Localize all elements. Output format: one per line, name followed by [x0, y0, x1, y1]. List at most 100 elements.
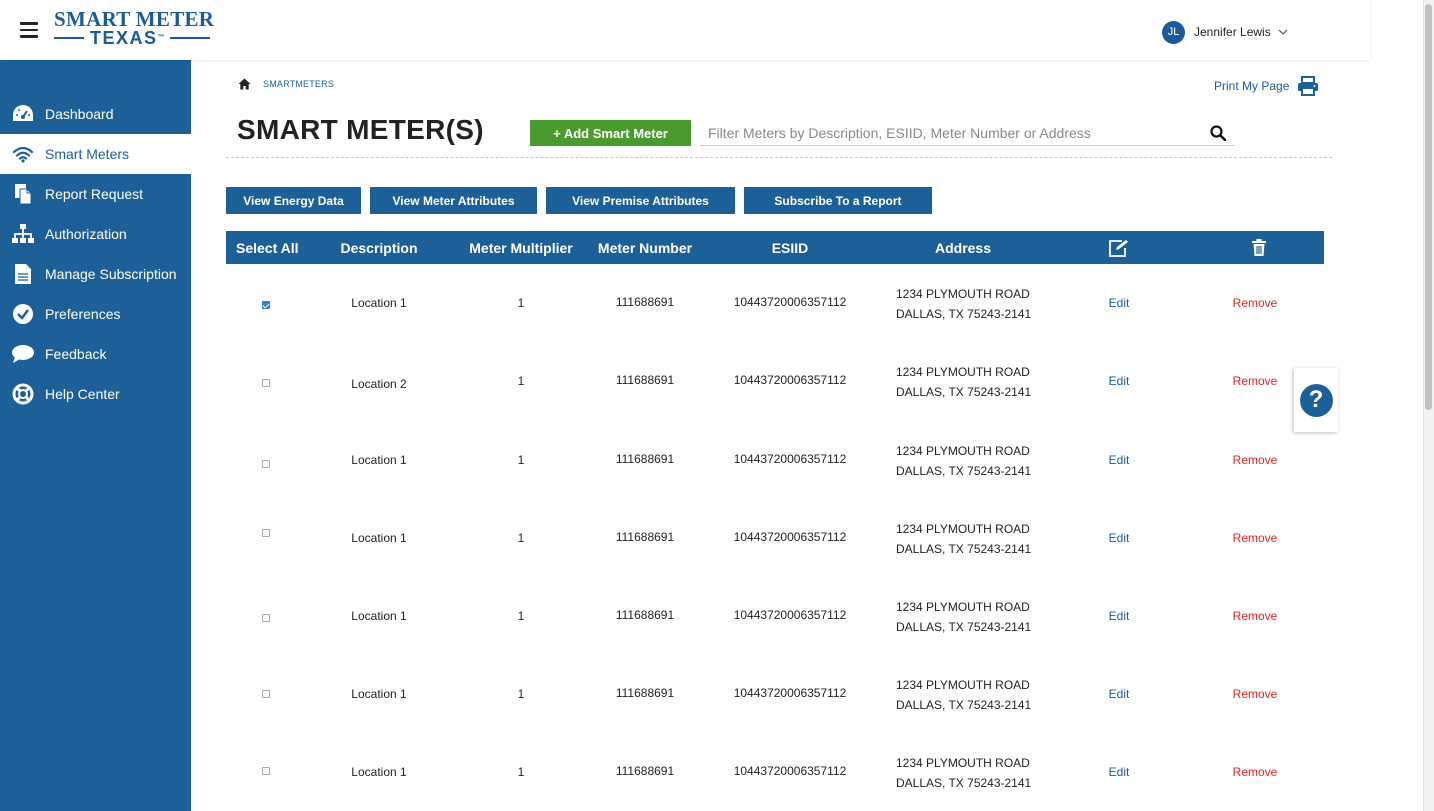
view-energy-data-button[interactable]: View Energy Data	[226, 187, 361, 214]
sidebar-item-report-request[interactable]: Report Request	[0, 174, 191, 214]
speech-bubble-icon	[11, 342, 35, 366]
user-menu[interactable]: JL Jennifer Lewis	[1162, 20, 1288, 44]
multiplier-cell: 1	[517, 374, 525, 388]
breadcrumb-current[interactable]: SMARTMETERS	[263, 79, 334, 89]
search-icon[interactable]	[1210, 125, 1226, 141]
edit-link[interactable]: Edit	[1109, 765, 1130, 779]
address-cell: 1234 PLYMOUTH ROAD DALLAS, TX 75243-2141	[896, 284, 1031, 324]
remove-link[interactable]: Remove	[1233, 531, 1278, 545]
home-icon[interactable]	[238, 78, 251, 90]
search-input[interactable]	[700, 120, 1190, 146]
file-icon	[11, 262, 35, 286]
row-checkbox[interactable]	[262, 529, 270, 537]
description-cell: Location 1	[351, 453, 407, 467]
description-cell: Location 1	[351, 531, 407, 545]
multiplier-cell: 1	[517, 765, 525, 779]
add-smart-meter-button[interactable]: + Add Smart Meter	[530, 120, 691, 146]
meter-number-header: Meter Number	[597, 239, 693, 256]
esiid-cell: 10443720006357112	[733, 608, 847, 622]
print-page-link[interactable]: Print My Page	[1214, 76, 1319, 96]
row-checkbox[interactable]	[262, 379, 270, 387]
table-row: Location 1 1 111688691 10443720006357112 123…	[226, 421, 1324, 499]
select-all-header[interactable]: Select All	[236, 231, 299, 264]
avatar: JL	[1162, 20, 1185, 44]
meter-number-cell: 111688691	[615, 530, 675, 544]
table-row: Location 1 1 111688691 10443720006357112 123…	[226, 264, 1324, 342]
sidebar-item-authorization[interactable]: Authorization	[0, 214, 191, 254]
logo-line1: SMART METER	[54, 7, 215, 31]
remove-link[interactable]: Remove	[1233, 296, 1278, 310]
edit-link[interactable]: Edit	[1109, 687, 1130, 701]
edit-link[interactable]: Edit	[1109, 531, 1130, 545]
dashboard-gauge-icon	[11, 102, 35, 126]
help-button[interactable]: ?	[1294, 368, 1338, 432]
search-bar	[700, 120, 1235, 146]
sidebar-item-dashboard[interactable]: Dashboard	[0, 94, 191, 134]
row-checkbox[interactable]	[262, 767, 270, 775]
sidebar-item-help-center[interactable]: Help Center	[0, 374, 191, 414]
user-name: Jennifer Lewis	[1194, 25, 1271, 39]
multiplier-header: Meter Multiplier	[469, 239, 573, 256]
esiid-cell: 10443720006357112	[733, 764, 847, 778]
sidebar-item-label: Authorization	[45, 226, 127, 242]
sidebar-item-label: Manage Subscription	[45, 266, 177, 282]
row-checkbox[interactable]	[262, 460, 270, 468]
subscribe-report-button[interactable]: Subscribe To a Report	[744, 187, 932, 214]
trash-icon	[1252, 231, 1266, 264]
view-premise-attributes-button[interactable]: View Premise Attributes	[546, 187, 735, 214]
address-cell: 1234 PLYMOUTH ROAD DALLAS, TX 75243-2141	[896, 597, 1031, 637]
address-cell: 1234 PLYMOUTH ROAD DALLAS, TX 75243-2141	[896, 519, 1031, 559]
print-label: Print My Page	[1214, 79, 1290, 93]
view-meter-attributes-button[interactable]: View Meter Attributes	[370, 187, 537, 214]
description-cell: Location 2	[351, 377, 407, 391]
remove-link[interactable]: Remove	[1233, 374, 1278, 388]
multiplier-cell: 1	[517, 296, 525, 310]
breadcrumb: SMARTMETERS	[238, 78, 334, 90]
address-line1: 1234 PLYMOUTH ROAD	[896, 678, 1030, 692]
address-line2: DALLAS, TX 75243-2141	[896, 464, 1032, 478]
row-checkbox[interactable]	[262, 690, 270, 698]
esiid-cell: 10443720006357112	[733, 373, 847, 387]
address-line2: DALLAS, TX 75243-2141	[896, 698, 1032, 712]
sidebar-item-smart-meters[interactable]: Smart Meters	[0, 134, 191, 174]
wifi-icon	[11, 142, 35, 166]
top-header: SMART METER TEXAS™ JL Jennifer Lewis	[0, 0, 1370, 60]
sidebar-item-label: Feedback	[45, 346, 107, 362]
sidebar-item-feedback[interactable]: Feedback	[0, 334, 191, 374]
address-line1: 1234 PLYMOUTH ROAD	[896, 756, 1030, 770]
address-cell: 1234 PLYMOUTH ROAD DALLAS, TX 75243-2141	[896, 753, 1031, 793]
remove-link[interactable]: Remove	[1233, 453, 1278, 467]
printer-icon	[1298, 76, 1319, 96]
logo[interactable]: SMART METER TEXAS™	[54, 7, 215, 47]
edit-link[interactable]: Edit	[1109, 374, 1130, 388]
edit-link[interactable]: Edit	[1109, 453, 1130, 467]
scrollbar-thumb[interactable]	[1425, 4, 1432, 410]
address-cell: 1234 PLYMOUTH ROAD DALLAS, TX 75243-2141	[896, 441, 1031, 481]
multiplier-cell: 1	[517, 687, 525, 701]
remove-link[interactable]: Remove	[1233, 765, 1278, 779]
meter-number-cell: 111688691	[615, 608, 675, 622]
remove-link[interactable]: Remove	[1233, 609, 1278, 623]
edit-column-icon	[1108, 231, 1130, 264]
esiid-cell: 10443720006357112	[733, 530, 847, 544]
row-checkbox[interactable]	[262, 301, 270, 309]
address-line1: 1234 PLYMOUTH ROAD	[896, 365, 1030, 379]
edit-link[interactable]: Edit	[1109, 609, 1130, 623]
meter-number-cell: 111688691	[615, 452, 675, 466]
remove-link[interactable]: Remove	[1233, 687, 1278, 701]
meter-number-cell: 111688691	[615, 764, 675, 778]
sidebar: Dashboard Smart Meters Report Request Au…	[0, 60, 191, 811]
row-checkbox[interactable]	[262, 614, 270, 622]
documents-icon	[11, 182, 35, 206]
menu-icon[interactable]	[20, 22, 38, 38]
sidebar-item-manage-subscription[interactable]: Manage Subscription	[0, 254, 191, 294]
description-header: Description	[340, 239, 418, 256]
address-line1: 1234 PLYMOUTH ROAD	[896, 287, 1030, 301]
sidebar-item-preferences[interactable]: Preferences	[0, 294, 191, 334]
sidebar-item-label: Smart Meters	[45, 146, 130, 162]
address-line2: DALLAS, TX 75243-2141	[896, 307, 1032, 321]
sidebar-item-label: Dashboard	[45, 106, 114, 122]
esiid-cell: 10443720006357112	[733, 452, 847, 466]
meter-number-cell: 111688691	[615, 373, 675, 387]
edit-link[interactable]: Edit	[1109, 296, 1130, 310]
